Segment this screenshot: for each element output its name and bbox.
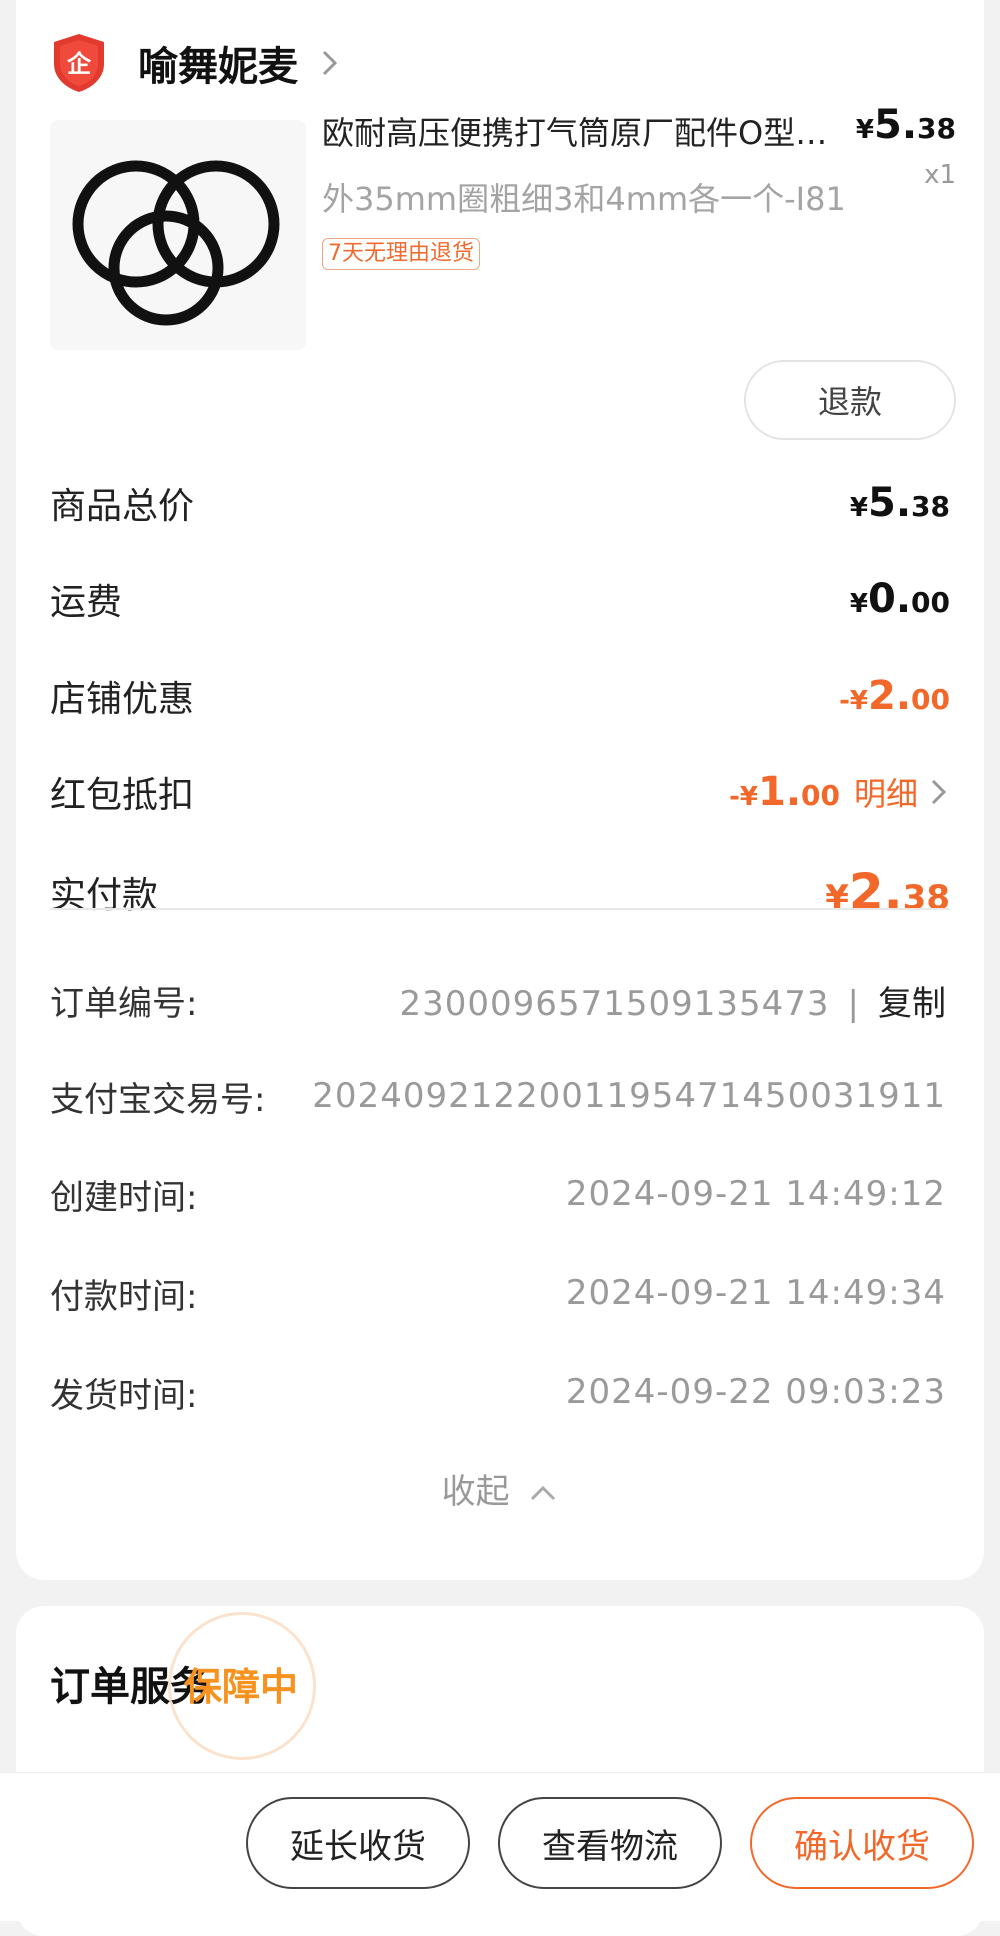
goods-total-label: 商品总价 bbox=[50, 486, 195, 527]
red-packet-row[interactable]: 红包抵扣 -¥1.00 明细 bbox=[50, 762, 950, 822]
paid-amount: ¥2.38 bbox=[825, 863, 950, 921]
shipping-label: 运费 bbox=[50, 582, 123, 623]
alipay-number-row: 支付宝交易号: 2024092122001195471450031911 bbox=[50, 1066, 946, 1126]
currency-symbol: ¥ bbox=[849, 589, 868, 619]
product-title[interactable]: 欧耐高压便携打气筒原厂配件O型圈… bbox=[322, 108, 842, 154]
amount-decimal: 00 bbox=[911, 586, 950, 619]
paid-time-label: 付款时间: bbox=[50, 1276, 198, 1317]
extend-receipt-button[interactable]: 延长收货 bbox=[246, 1797, 470, 1889]
o-ring-image bbox=[72, 160, 280, 326]
shop-discount-amount: -¥2.00 bbox=[839, 673, 950, 719]
amount-int: 2. bbox=[848, 863, 903, 921]
created-time-row: 创建时间: 2024-09-21 14:49:12 bbox=[50, 1164, 946, 1224]
amount-decimal: 38 bbox=[911, 490, 950, 523]
confirm-receipt-button[interactable]: 确认收货 bbox=[750, 1797, 974, 1889]
shipping-amount: ¥0.00 bbox=[850, 576, 950, 622]
red-packet-label: 红包抵扣 bbox=[50, 775, 195, 816]
goods-total-amount: ¥5.38 bbox=[850, 480, 950, 526]
divider bbox=[50, 908, 950, 910]
product-price: ¥5.38 bbox=[856, 102, 956, 148]
red-packet-detail-link[interactable]: -¥1.00 明细 bbox=[729, 769, 950, 815]
currency-symbol: -¥ bbox=[839, 686, 868, 716]
amount-int: 2. bbox=[868, 673, 912, 719]
shipped-time-value: 2024-09-22 09:03:23 bbox=[565, 1372, 946, 1412]
view-logistics-button[interactable]: 查看物流 bbox=[498, 1797, 722, 1889]
return-policy-tag: 7天无理由退货 bbox=[322, 238, 480, 270]
detail-link-label[interactable]: 明细 bbox=[854, 769, 918, 815]
currency-symbol: ¥ bbox=[849, 493, 868, 523]
refund-button[interactable]: 退款 bbox=[744, 360, 956, 440]
shop-discount-row: 店铺优惠 -¥2.00 bbox=[50, 666, 950, 726]
chevron-up-icon[interactable] bbox=[528, 1483, 558, 1503]
price-decimal: 38 bbox=[917, 112, 956, 145]
copy-button[interactable]: 复制 bbox=[878, 984, 946, 1024]
shop-discount-label: 店铺优惠 bbox=[50, 679, 195, 720]
shop-header[interactable]: 企 喻舞妮麦 bbox=[50, 28, 340, 98]
product-spec: 外35mm圈粗细3和4mm各一个-I81 bbox=[322, 180, 846, 218]
alipay-number-label: 支付宝交易号: bbox=[50, 1079, 266, 1120]
shipped-time-row: 发货时间: 2024-09-22 09:03:23 bbox=[50, 1362, 946, 1422]
amount-decimal: 00 bbox=[911, 683, 950, 716]
paid-time-row: 付款时间: 2024-09-21 14:49:34 bbox=[50, 1263, 946, 1323]
amount-int: 1. bbox=[757, 769, 802, 815]
currency-symbol: ¥ bbox=[855, 115, 874, 145]
order-number-value: 2300096571509135473 bbox=[399, 983, 830, 1024]
separator: | bbox=[847, 983, 860, 1024]
paid-time-value: 2024-09-21 14:49:34 bbox=[565, 1273, 946, 1313]
chevron-right-icon[interactable] bbox=[928, 776, 950, 808]
order-number-label: 订单编号: bbox=[50, 983, 198, 1024]
chevron-right-icon[interactable] bbox=[320, 48, 340, 78]
shop-name[interactable]: 喻舞妮麦 bbox=[138, 34, 298, 92]
shipping-row: 运费 ¥0.00 bbox=[50, 569, 950, 629]
currency-symbol: -¥ bbox=[729, 782, 758, 812]
product-quantity: x1 bbox=[924, 160, 956, 190]
paid-label: 实付款 bbox=[50, 875, 159, 916]
collapse-toggle[interactable]: 收起 bbox=[16, 1464, 984, 1513]
created-time-value: 2024-09-21 14:49:12 bbox=[565, 1174, 946, 1214]
shipped-time-label: 发货时间: bbox=[50, 1375, 198, 1416]
price-int: 5. bbox=[874, 102, 918, 148]
protection-status: 保障中 bbox=[184, 1665, 299, 1709]
svg-text:企: 企 bbox=[67, 50, 92, 78]
red-packet-amount: -¥1.00 bbox=[729, 769, 840, 815]
enterprise-shield-icon: 企 bbox=[54, 34, 104, 92]
created-time-label: 创建时间: bbox=[50, 1177, 198, 1218]
order-number-row: 订单编号: 2300096571509135473 | 复制 bbox=[50, 970, 946, 1030]
order-number-group: 2300096571509135473 | 复制 bbox=[400, 976, 946, 1025]
alipay-number-value: 2024092122001195471450031911 bbox=[312, 1076, 946, 1116]
paid-row: 实付款 ¥2.38 bbox=[50, 857, 950, 927]
amount-decimal: 00 bbox=[801, 779, 840, 812]
currency-symbol: ¥ bbox=[825, 878, 849, 918]
collapse-label[interactable]: 收起 bbox=[442, 1472, 510, 1512]
order-card: 企 喻舞妮麦 欧耐高压便携打气筒原厂配件O型圈… 外35mm圈粗细3和4mm各一… bbox=[16, 0, 984, 1580]
goods-total-row: 商品总价 ¥5.38 bbox=[50, 473, 950, 533]
amount-int: 5. bbox=[868, 480, 912, 526]
bottom-action-bar: 延长收货 查看物流 确认收货 bbox=[0, 1772, 1000, 1921]
amount-int: 0. bbox=[868, 576, 912, 622]
amount-decimal: 38 bbox=[902, 878, 950, 918]
product-image[interactable] bbox=[50, 120, 306, 350]
